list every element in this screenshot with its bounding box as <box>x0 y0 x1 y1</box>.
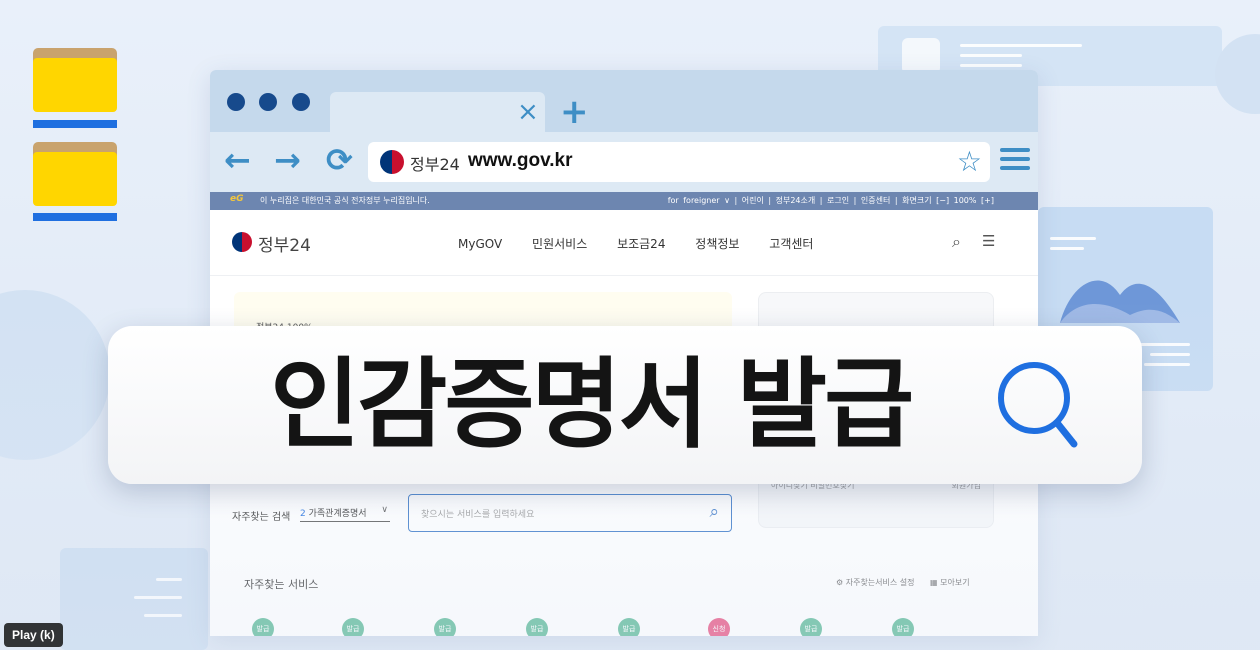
refresh-icon[interactable]: ⟳ <box>326 142 353 178</box>
gov-notice-strip: eG 이 누리집은 대한민국 공식 전자정부 누리집입니다. for forei… <box>210 192 1038 210</box>
nav-item-customer-center[interactable]: 고객센터 <box>769 237 813 251</box>
gov-notice-text: 이 누리집은 대한민국 공식 전자정부 누리집입니다. <box>260 196 430 205</box>
site-header: 정부24 MyGOV 민원서비스 보조금24 정책정보 고객센터 ⌕ ☰ <box>210 210 1038 276</box>
util-link-zoom[interactable]: 화면크기 <box>902 196 931 205</box>
search-icon <box>998 362 1078 448</box>
service-badge[interactable]: 발급 <box>800 618 822 636</box>
back-arrow-icon[interactable]: ← <box>224 142 251 178</box>
service-badge[interactable]: 발급 <box>342 618 364 636</box>
main-nav: MyGOV 민원서비스 보조금24 정책정보 고객센터 <box>458 235 839 252</box>
util-link-foreigner[interactable]: for foreigner <box>668 196 720 205</box>
search-icon[interactable]: ⌕ <box>952 232 961 252</box>
decor-card-bottom-left <box>60 548 208 650</box>
eg-mark: eG <box>230 194 244 204</box>
area-chart-icon <box>1060 280 1180 323</box>
view-all-button[interactable]: ▦ 모아보기 <box>930 577 970 588</box>
forward-arrow-icon[interactable]: → <box>274 142 301 178</box>
service-badge[interactable]: 발급 <box>434 618 456 636</box>
close-tab-icon[interactable]: × <box>517 98 539 126</box>
gov24-logo-icon <box>232 232 252 252</box>
util-link-cert[interactable]: 인증센터 <box>861 196 890 205</box>
frequent-services-title: 자주찾는 서비스 <box>244 578 319 591</box>
browser-tab-bar: × + <box>210 70 1038 132</box>
folder-icon <box>33 48 117 112</box>
utility-links: for foreigner ∨ | 어린이 | 정부24소개 | 로그인 | 인… <box>667 196 994 205</box>
url-text[interactable]: www.gov.kr <box>468 150 573 172</box>
search-icon[interactable]: ⌕ <box>709 502 719 522</box>
frequent-search-label: 자주찾는 검색 <box>232 512 291 523</box>
gov24-logo-icon <box>380 150 404 174</box>
folder-underline <box>33 213 117 221</box>
frequent-services-settings[interactable]: ⚙ 자주찾는서비스 설정 <box>836 577 915 588</box>
folder-icon <box>33 142 117 206</box>
site-name: 정부24 <box>410 155 460 174</box>
window-control-dot[interactable] <box>259 93 277 111</box>
zoom-level: 100% <box>953 196 977 205</box>
search-placeholder: 찾으시는 서비스를 입력하세요 <box>421 510 535 520</box>
browser-tab[interactable] <box>330 92 545 132</box>
checkbox-icon <box>902 38 940 74</box>
new-tab-icon[interactable]: + <box>560 92 589 132</box>
frequent-search-select[interactable]: 2 가족관계증명서 ∨ <box>300 505 390 522</box>
frequent-search-rank: 2 <box>300 509 306 519</box>
browser-nav-bar: ← → ⟳ 정부24 www.gov.kr ☆ <box>210 132 1038 192</box>
util-link-kids[interactable]: 어린이 <box>742 196 764 205</box>
service-badge[interactable]: 발급 <box>252 618 274 636</box>
nav-item-mygov[interactable]: MyGOV <box>458 237 502 251</box>
play-tooltip: Play (k) <box>4 623 63 647</box>
nav-item-civil-service[interactable]: 민원서비스 <box>532 237 587 251</box>
overlay-search-bar: 인감증명서 발급 <box>108 326 1142 484</box>
service-badge[interactable]: 신청 <box>708 618 730 636</box>
address-bar[interactable]: 정부24 www.gov.kr ☆ <box>368 142 990 182</box>
service-badge[interactable]: 발급 <box>526 618 548 636</box>
overlay-title: 인감증명서 발급 <box>270 348 914 462</box>
service-badge[interactable]: 발급 <box>618 618 640 636</box>
util-link-login[interactable]: 로그인 <box>827 196 849 205</box>
decor-bubble-left <box>0 290 110 460</box>
chevron-down-icon: ∨ <box>381 505 388 515</box>
bookmark-star-icon[interactable]: ☆ <box>957 146 982 178</box>
util-link-about[interactable]: 정부24소개 <box>776 196 816 205</box>
service-search-input[interactable]: 찾으시는 서비스를 입력하세요 ⌕ <box>408 494 732 532</box>
window-control-dot[interactable] <box>227 93 245 111</box>
frequent-search-value: 가족관계증명서 <box>308 509 367 519</box>
service-badge[interactable]: 발급 <box>892 618 914 636</box>
site-logo-text[interactable]: 정부24 <box>258 231 311 256</box>
folder-underline <box>33 120 117 128</box>
nav-item-policy[interactable]: 정책정보 <box>695 237 739 251</box>
browser-menu-icon[interactable] <box>1000 148 1030 175</box>
window-control-dot[interactable] <box>292 93 310 111</box>
hamburger-menu-icon[interactable]: ☰ <box>982 232 995 250</box>
nav-item-subsidy[interactable]: 보조금24 <box>617 237 665 251</box>
